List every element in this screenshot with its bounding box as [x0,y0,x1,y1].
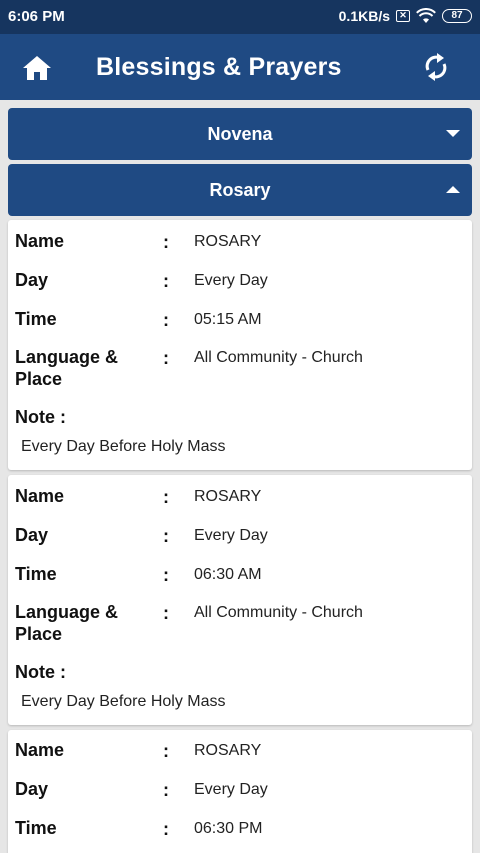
name-label: Name [15,740,65,760]
language-place-value: All Community - Church [194,349,363,366]
refresh-button[interactable] [422,52,450,82]
chevron-up-icon [446,186,460,193]
refresh-icon [425,53,447,81]
main-content: Novena Rosary Name : ROSARY Day : Every … [0,100,480,853]
colon: : [163,603,169,623]
name-value: ROSARY [194,742,262,759]
wifi-icon [416,8,436,23]
name-value: ROSARY [194,488,262,505]
language-place-label: Language & Place [15,347,119,389]
colon: : [163,348,169,368]
status-time: 6:06 PM [8,8,65,25]
name-value: ROSARY [194,233,262,250]
prayer-card: Name : ROSARY Day : Every Day Time : 06:… [8,730,472,853]
network-speed: 0.1KB/s [338,8,390,24]
day-label: Day [15,779,49,799]
day-label: Day [15,270,49,290]
colon: : [163,310,169,330]
note-value: Every Day Before Holy Mass [21,693,226,710]
name-label: Name [15,486,65,506]
colon: : [163,819,169,839]
colon: : [163,565,169,585]
sim-off-icon: ✕ [396,10,410,22]
time-label: Time [15,309,57,329]
note-label: Note : [15,662,66,682]
chevron-down-icon [446,130,460,137]
app-bar: Blessings & Prayers [0,34,480,100]
time-label: Time [15,564,57,584]
language-place-label: Language & Place [15,602,119,644]
colon: : [163,780,169,800]
section-label: Rosary [209,180,271,200]
status-bar: 6:06 PM 0.1KB/s ✕ 87 [0,0,480,34]
day-label: Day [15,525,49,545]
time-value: 05:15 AM [194,311,262,328]
prayer-card: Name : ROSARY Day : Every Day Time : 06:… [8,475,472,725]
status-indicators: 0.1KB/s ✕ 87 [339,8,472,24]
battery-icon: 87 [442,9,472,23]
colon: : [163,271,169,291]
section-header-novena[interactable]: Novena [8,108,472,160]
section-header-rosary[interactable]: Rosary [8,164,472,216]
prayer-card: Name : ROSARY Day : Every Day Time : 05:… [8,220,472,470]
colon: : [163,487,169,507]
note-value: Every Day Before Holy Mass [21,438,226,455]
page-title: Blessings & Prayers [96,53,342,81]
colon: : [163,526,169,546]
home-button[interactable] [20,54,54,82]
time-label: Time [15,818,57,838]
time-value: 06:30 AM [194,566,262,583]
day-value: Every Day [194,527,268,544]
note-label: Note : [15,407,66,427]
day-value: Every Day [194,272,268,289]
colon: : [163,232,169,252]
colon: : [163,741,169,761]
time-value: 06:30 PM [194,820,263,837]
language-place-value: All Community - Church [194,604,363,621]
name-label: Name [15,231,65,251]
section-label: Novena [207,124,273,144]
day-value: Every Day [194,781,268,798]
home-icon [23,56,51,80]
